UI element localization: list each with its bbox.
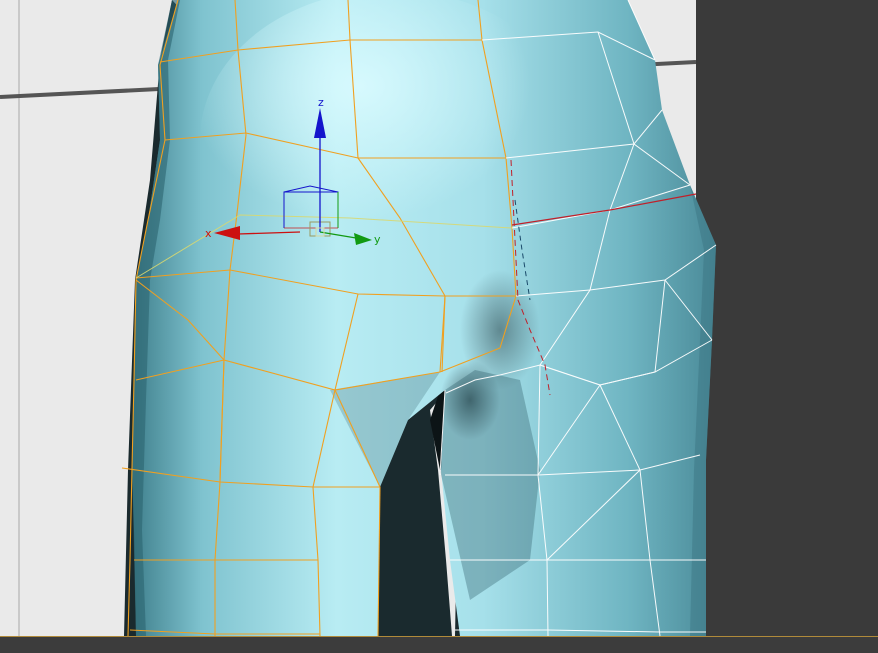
- gizmo-x-label: x: [205, 227, 212, 240]
- character-hips-mesh[interactable]: [121, 0, 717, 637]
- perspective-viewport[interactable]: z x y: [0, 0, 878, 653]
- status-strip: [0, 636, 878, 653]
- side-panel: [696, 0, 878, 636]
- gizmo-z-label: z: [318, 96, 324, 109]
- gizmo-y-label: y: [374, 233, 381, 246]
- viewport-canvas[interactable]: z x y: [0, 0, 878, 653]
